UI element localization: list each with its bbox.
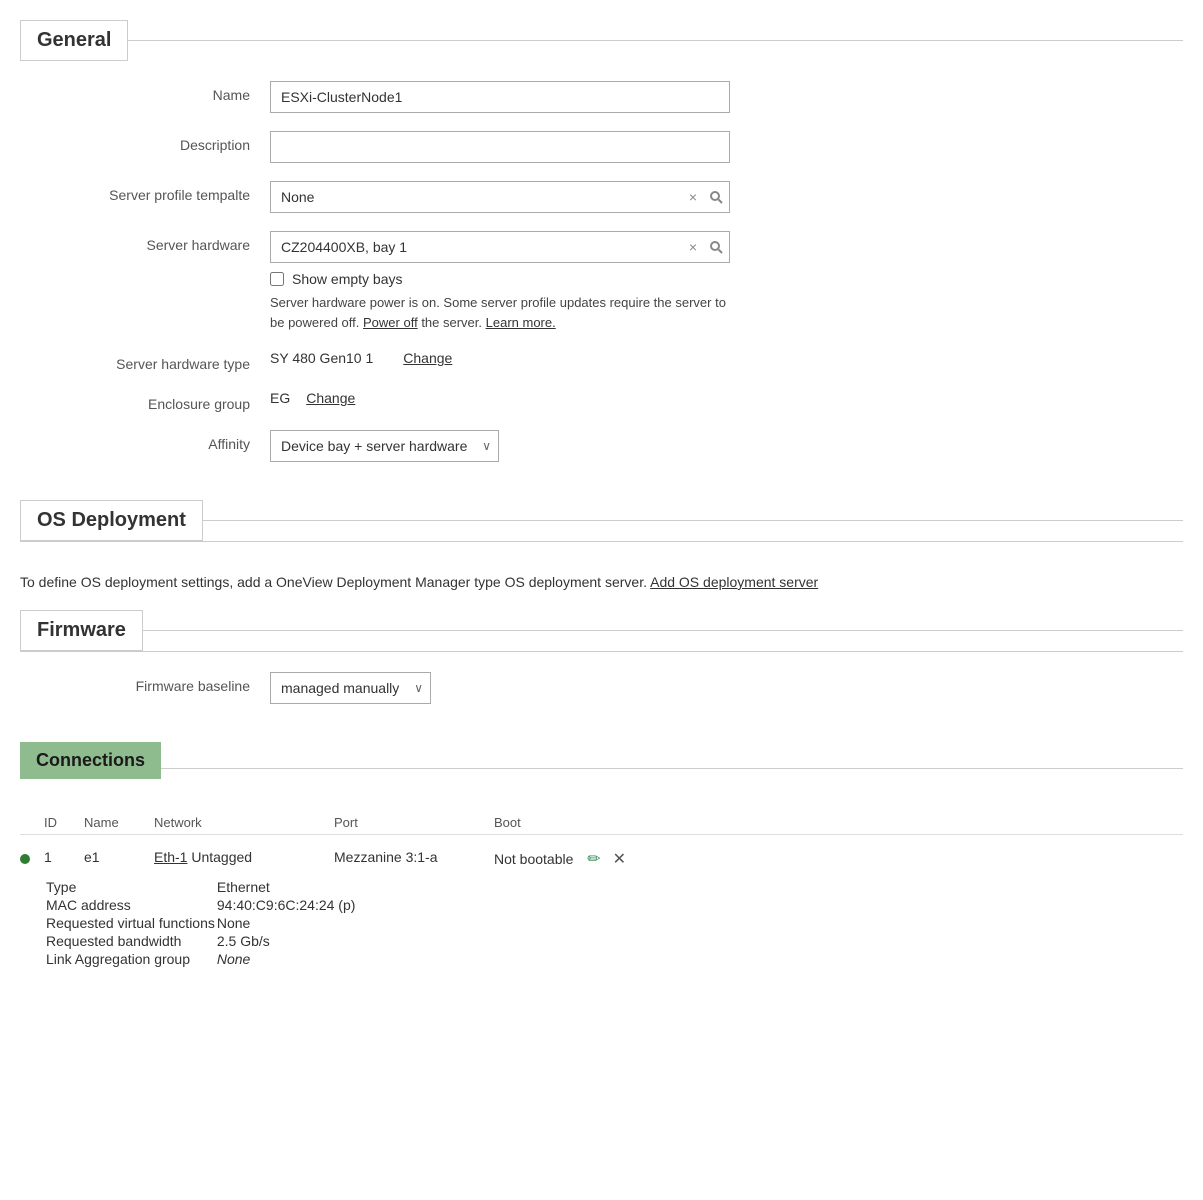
server-profile-template-clear-button[interactable]: × — [683, 189, 703, 205]
col-header-network: Network — [154, 815, 334, 830]
server-hardware-label: Server hardware — [20, 231, 270, 253]
os-deployment-content: To define OS deployment settings, add a … — [20, 541, 1183, 610]
os-deployment-section-title: OS Deployment — [20, 500, 203, 541]
name-label: Name — [20, 81, 270, 103]
enclosure-row: EG Change — [270, 390, 730, 406]
server-hardware-clear-button[interactable]: × — [683, 239, 703, 255]
affinity-control: Device bay + server hardware Device serv… — [270, 430, 730, 462]
connections-table-wrapper: ID Name Network Port Boot 1 e1 Eth-1 Unt… — [20, 795, 1183, 985]
connection-mac-row: MAC address 94:40:C9:6C:24:24 (p) — [46, 897, 355, 913]
show-empty-bays-row: Show empty bays — [270, 271, 730, 287]
lag-value: None — [217, 951, 356, 967]
connection-port: Mezzanine 3:1-a — [334, 849, 494, 865]
connection-lag-row: Link Aggregation group None — [46, 951, 355, 967]
power-off-link[interactable]: Power off — [363, 315, 418, 330]
power-info-text: Server hardware power is on. Some server… — [270, 293, 730, 332]
connection-boot: Not bootable ✏ ✕ — [494, 849, 654, 869]
show-empty-bays-checkbox[interactable] — [270, 272, 284, 286]
edit-connection-icon[interactable]: ✏ — [587, 851, 600, 868]
connection-details-table: Type Ethernet MAC address 94:40:C9:6C:24… — [44, 877, 357, 969]
os-deployment-section: OS Deployment To define OS deployment se… — [20, 500, 1183, 610]
name-input[interactable] — [270, 81, 730, 113]
affinity-select[interactable]: Device bay + server hardware Device serv… — [270, 430, 499, 462]
connection-network: Eth-1 Untagged — [154, 849, 334, 865]
connections-section-title: Connections — [20, 742, 161, 779]
delete-connection-icon[interactable]: ✕ — [613, 851, 626, 868]
server-hardware-search-button[interactable] — [703, 240, 729, 254]
firmware-baseline-control: managed manually baseline1 baseline2 ∨ — [270, 672, 730, 704]
connection-rb-row: Requested bandwidth 2.5 Gb/s — [46, 933, 355, 949]
firmware-baseline-label: Firmware baseline — [20, 672, 270, 694]
connection-name: e1 — [84, 849, 154, 865]
connection-id: 1 — [44, 849, 84, 865]
general-form: Name Description Server profile tempalte… — [20, 61, 1183, 500]
firmware-section-title: Firmware — [20, 610, 143, 651]
change-eg-button[interactable]: Change — [306, 390, 355, 406]
mac-label: MAC address — [46, 897, 215, 913]
col-header-boot: Boot — [494, 815, 654, 830]
type-label: Type — [46, 879, 215, 895]
connection-type-row: Type Ethernet — [46, 879, 355, 895]
show-empty-bays-label: Show empty bays — [292, 271, 403, 287]
enclosure-group-value: EG — [270, 390, 290, 406]
change-hw-type-button[interactable]: Change — [403, 350, 452, 366]
connection-status-indicator — [20, 849, 44, 867]
server-hardware-type-control: SY 480 Gen10 1 Change — [270, 350, 730, 366]
description-row: Description — [20, 131, 1183, 163]
show-empty-bays-wrapper: Show empty bays Server hardware power is… — [270, 271, 730, 332]
table-row: 1 e1 Eth-1 Untagged Mezzanine 3:1-a Not … — [20, 843, 1183, 875]
rb-label: Requested bandwidth — [46, 933, 215, 949]
col-header-port: Port — [334, 815, 494, 830]
connected-status-dot — [20, 854, 30, 864]
hw-type-row: SY 480 Gen10 1 Change — [270, 350, 730, 366]
connection-sub-details: Type Ethernet MAC address 94:40:C9:6C:24… — [20, 877, 1183, 969]
server-hardware-type-label: Server hardware type — [20, 350, 270, 372]
firmware-baseline-select-wrapper[interactable]: managed manually baseline1 baseline2 ∨ — [270, 672, 431, 704]
connection-network-link[interactable]: Eth-1 — [154, 849, 187, 865]
affinity-label: Affinity — [20, 430, 270, 452]
lag-label: Link Aggregation group — [46, 951, 215, 967]
server-hardware-control: × Show empty bays Server hardware power … — [270, 231, 730, 332]
rvf-value: None — [217, 915, 356, 931]
server-hardware-input[interactable] — [271, 232, 683, 262]
firmware-baseline-select[interactable]: managed manually baseline1 baseline2 — [270, 672, 431, 704]
type-value: Ethernet — [217, 879, 356, 895]
mac-value: 94:40:C9:6C:24:24 (p) — [217, 897, 356, 913]
server-profile-template-row: Server profile tempalte × — [20, 181, 1183, 213]
server-hardware-field[interactable]: × — [270, 231, 730, 263]
description-control — [270, 131, 730, 163]
affinity-select-wrapper[interactable]: Device bay + server hardware Device serv… — [270, 430, 499, 462]
col-header-name: Name — [84, 815, 154, 830]
connection-rvf-row: Requested virtual functions None — [46, 915, 355, 931]
add-os-deployment-server-link[interactable]: Add OS deployment server — [650, 574, 818, 590]
server-profile-template-field[interactable]: × — [270, 181, 730, 213]
server-hardware-row: Server hardware × Show empty bays — [20, 231, 1183, 332]
server-profile-template-label: Server profile tempalte — [20, 181, 270, 203]
server-profile-template-search-button[interactable] — [703, 190, 729, 204]
name-row: Name — [20, 81, 1183, 113]
learn-more-link[interactable]: Learn more. — [486, 315, 556, 330]
server-hardware-type-value: SY 480 Gen10 1 — [270, 350, 373, 366]
firmware-content: Firmware baseline managed manually basel… — [20, 651, 1183, 742]
connections-table-header: ID Name Network Port Boot — [20, 811, 1183, 835]
server-profile-template-input[interactable] — [271, 182, 683, 212]
general-section: General Name Description Server profile … — [20, 20, 1183, 500]
connections-section: Connections ID Name Network Port Boot 1 … — [20, 742, 1183, 985]
enclosure-group-control: EG Change — [270, 390, 730, 406]
os-deployment-info: To define OS deployment settings, add a … — [20, 574, 1183, 590]
affinity-row: Affinity Device bay + server hardware De… — [20, 430, 1183, 462]
description-input[interactable] — [270, 131, 730, 163]
description-label: Description — [20, 131, 270, 153]
enclosure-group-row: Enclosure group EG Change — [20, 390, 1183, 412]
general-section-title: General — [20, 20, 128, 61]
rb-value: 2.5 Gb/s — [217, 933, 356, 949]
enclosure-group-label: Enclosure group — [20, 390, 270, 412]
firmware-baseline-row: Firmware baseline managed manually basel… — [20, 672, 1183, 704]
name-control — [270, 81, 730, 113]
firmware-section: Firmware Firmware baseline managed manua… — [20, 610, 1183, 742]
rvf-label: Requested virtual functions — [46, 915, 215, 931]
server-profile-template-control: × — [270, 181, 730, 213]
col-header-id: ID — [44, 815, 84, 830]
server-hardware-type-row: Server hardware type SY 480 Gen10 1 Chan… — [20, 350, 1183, 372]
